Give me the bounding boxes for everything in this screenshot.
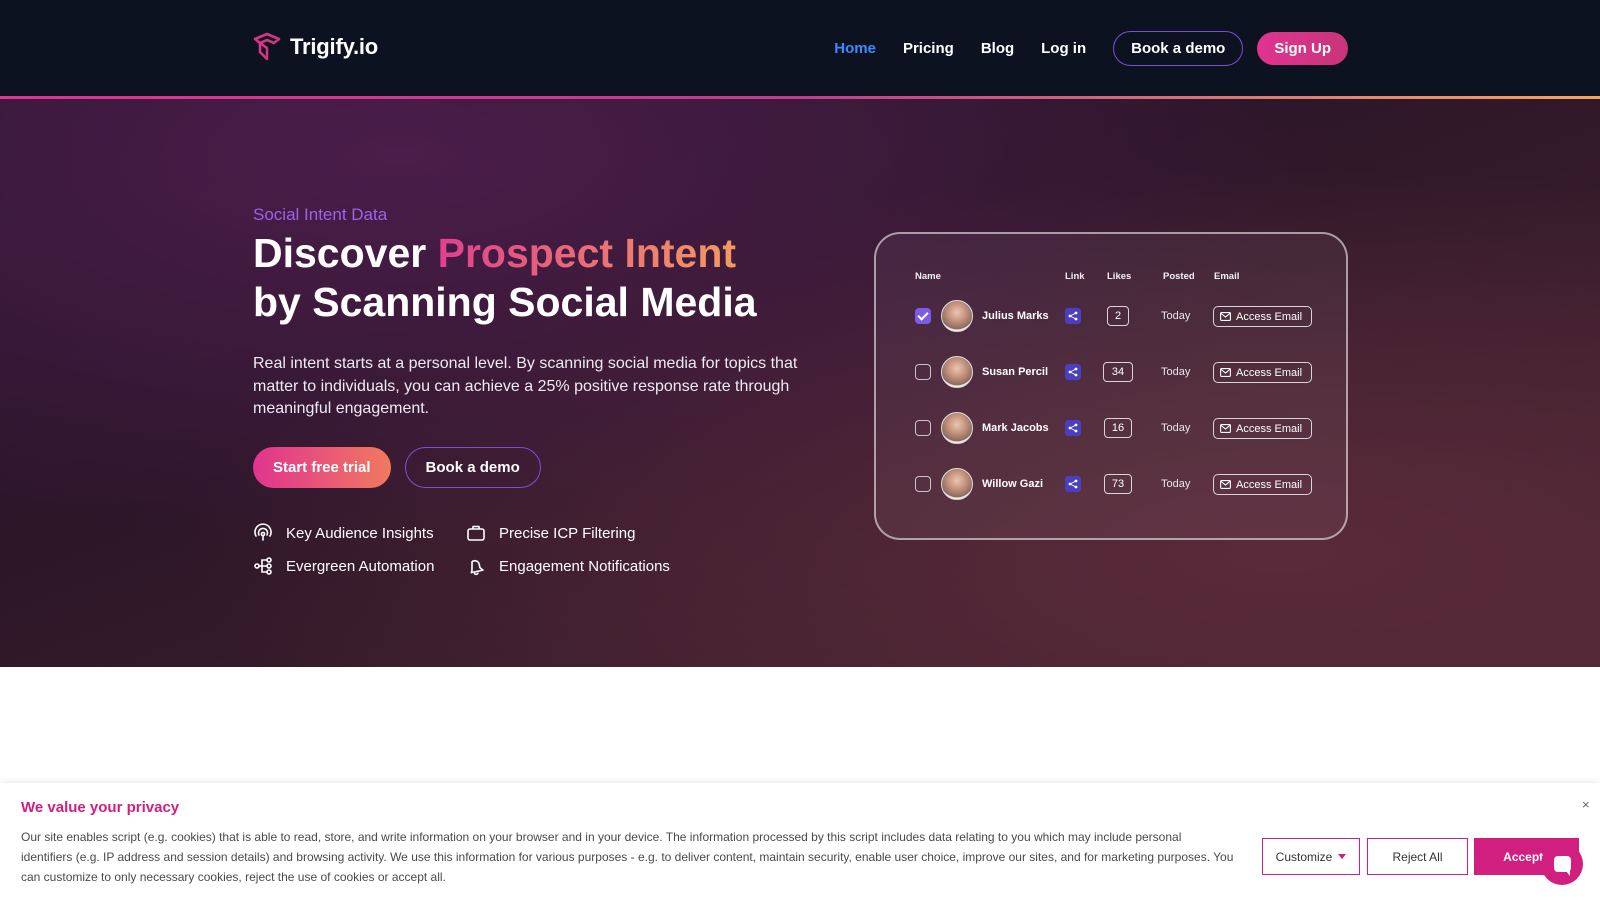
avatar bbox=[941, 412, 973, 444]
customize-label: Customize bbox=[1275, 849, 1333, 864]
hero-section: Social Intent Data Discover Prospect Int… bbox=[0, 99, 1600, 667]
column-header-name: Name bbox=[915, 271, 941, 282]
bell-icon bbox=[470, 559, 484, 576]
hero-title-pre: Discover bbox=[253, 230, 438, 276]
chat-widget-button[interactable] bbox=[1541, 843, 1583, 885]
table-row: Julius Marks 2 Today Access Email bbox=[876, 299, 1350, 333]
mail-icon bbox=[1220, 368, 1231, 377]
share-link-button[interactable] bbox=[1065, 308, 1081, 324]
column-header-link: Link bbox=[1065, 271, 1085, 282]
mail-icon bbox=[1220, 480, 1231, 489]
access-email-label: Access Email bbox=[1236, 422, 1303, 435]
row-checkbox[interactable] bbox=[915, 476, 931, 492]
feature-label: Key Audience Insights bbox=[286, 524, 434, 542]
access-email-label: Access Email bbox=[1236, 478, 1303, 491]
hero-title-highlight: Prospect Intent bbox=[437, 230, 737, 276]
access-email-button[interactable]: Access Email bbox=[1213, 418, 1312, 439]
column-header-posted: Posted bbox=[1163, 271, 1195, 282]
avatar bbox=[941, 468, 973, 500]
likes-count: 16 bbox=[1104, 418, 1132, 438]
access-email-label: Access Email bbox=[1236, 310, 1303, 323]
cookie-close-icon[interactable]: × bbox=[1582, 797, 1590, 812]
row-checkbox[interactable] bbox=[915, 308, 931, 324]
trigify-logo-icon bbox=[253, 32, 281, 61]
brand-name: Trigify.io bbox=[290, 34, 379, 59]
hero-title: Discover Prospect Intent by Scanning Soc… bbox=[253, 229, 813, 327]
row-checkbox[interactable] bbox=[915, 420, 931, 436]
hero-cta-row: Start free trial Book a demo bbox=[253, 447, 541, 488]
feature-item: Key Audience Insights bbox=[253, 523, 466, 543]
likes-count: 73 bbox=[1104, 474, 1132, 494]
table-row: Mark Jacobs 16 Today Access Email bbox=[876, 411, 1350, 445]
prospect-name: Mark Jacobs bbox=[982, 422, 1049, 434]
avatar bbox=[941, 356, 973, 388]
workflow-icon bbox=[254, 557, 272, 575]
nav-link-blog[interactable]: Blog bbox=[981, 40, 1014, 57]
row-checkbox[interactable] bbox=[915, 364, 931, 380]
nav-links: Home Pricing Blog Log in Book a demo Sig… bbox=[834, 31, 1348, 66]
posted-date: Today bbox=[1161, 422, 1191, 434]
nav-book-demo-button[interactable]: Book a demo bbox=[1113, 31, 1244, 66]
feature-label: Engagement Notifications bbox=[499, 557, 670, 575]
table-row: Willow Gazi 73 Today Access Email bbox=[876, 467, 1350, 501]
feature-label: Precise ICP Filtering bbox=[499, 524, 636, 542]
cookie-consent-banner: We value your privacy Our site enables s… bbox=[0, 783, 1600, 900]
column-header-likes: Likes bbox=[1107, 271, 1132, 282]
cookie-customize-button[interactable]: Customize bbox=[1262, 838, 1360, 875]
chat-bubble-icon bbox=[1553, 856, 1571, 876]
prospect-table-card: Name Link Likes Posted Email Julius Mark… bbox=[874, 232, 1348, 540]
likes-count: 2 bbox=[1107, 306, 1129, 326]
caret-down-icon bbox=[1338, 854, 1347, 859]
nav-link-home[interactable]: Home bbox=[834, 40, 876, 57]
access-email-button[interactable]: Access Email bbox=[1213, 474, 1312, 495]
mail-icon bbox=[1220, 312, 1231, 321]
share-icon bbox=[1068, 311, 1078, 321]
nav-link-pricing[interactable]: Pricing bbox=[903, 40, 954, 57]
avatar bbox=[941, 300, 973, 332]
prospect-name: Willow Gazi bbox=[982, 478, 1044, 490]
hero-eyebrow: Social Intent Data bbox=[253, 205, 388, 224]
cookie-title: We value your privacy bbox=[21, 799, 180, 816]
nav-signup-button[interactable]: Sign Up bbox=[1257, 32, 1348, 65]
prospect-name: Susan Percil bbox=[982, 366, 1049, 378]
brand-logo[interactable]: Trigify.io bbox=[252, 32, 378, 62]
nav-link-login[interactable]: Log in bbox=[1041, 40, 1086, 57]
briefcase-icon bbox=[467, 525, 485, 541]
access-email-button[interactable]: Access Email bbox=[1213, 362, 1312, 383]
hero-book-demo-button[interactable]: Book a demo bbox=[404, 447, 541, 488]
share-link-button[interactable] bbox=[1065, 476, 1081, 492]
share-icon bbox=[1068, 479, 1078, 489]
share-link-button[interactable] bbox=[1065, 364, 1081, 380]
hero-lead-text: Real intent starts at a personal level. … bbox=[253, 355, 798, 417]
mail-icon bbox=[1220, 424, 1231, 433]
posted-date: Today bbox=[1161, 366, 1191, 378]
feature-label: Evergreen Automation bbox=[286, 557, 435, 575]
cookie-reject-all-button[interactable]: Reject All bbox=[1367, 838, 1468, 875]
cookie-description: Our site enables script (e.g. cookies) t… bbox=[21, 830, 1234, 884]
feature-list: Key Audience Insights Precise ICP Filter… bbox=[253, 523, 686, 576]
likes-count: 34 bbox=[1103, 362, 1133, 382]
feature-item: Engagement Notifications bbox=[466, 556, 686, 576]
posted-date: Today bbox=[1161, 310, 1191, 322]
share-link-button[interactable] bbox=[1065, 420, 1081, 436]
table-row: Susan Percil 34 Today Access Email bbox=[876, 355, 1350, 389]
hero-title-post: by Scanning Social Media bbox=[253, 279, 757, 325]
column-header-email: Email bbox=[1214, 271, 1240, 282]
access-email-label: Access Email bbox=[1236, 366, 1303, 379]
prospect-name: Julius Marks bbox=[982, 310, 1049, 322]
feature-item: Evergreen Automation bbox=[253, 556, 466, 576]
top-navbar: Trigify.io Home Pricing Blog Log in Book… bbox=[0, 0, 1600, 97]
start-free-trial-button[interactable]: Start free trial bbox=[253, 447, 391, 488]
share-icon bbox=[1068, 423, 1078, 433]
audience-signal-icon bbox=[254, 523, 272, 541]
posted-date: Today bbox=[1161, 478, 1191, 490]
feature-item: Precise ICP Filtering bbox=[466, 523, 686, 543]
share-icon bbox=[1068, 367, 1078, 377]
access-email-button[interactable]: Access Email bbox=[1213, 306, 1312, 327]
